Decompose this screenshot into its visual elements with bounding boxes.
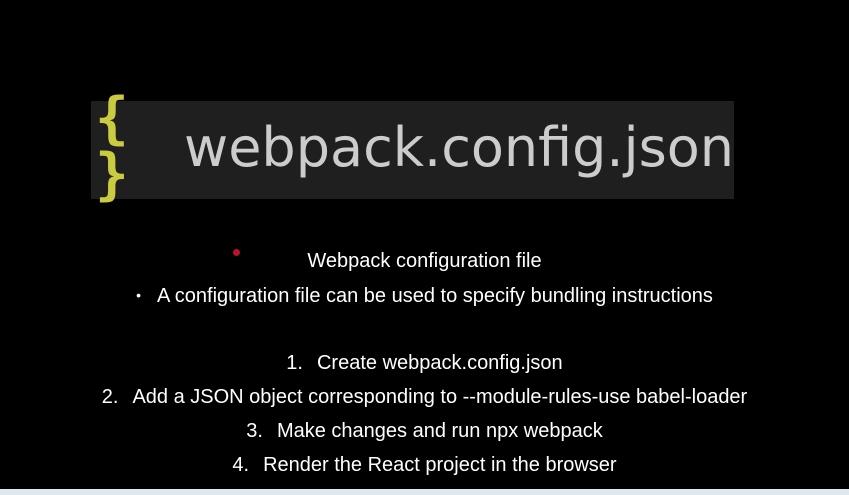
step-text: Create webpack.config.json (316, 352, 563, 374)
step-text: Render the React project in the browser (263, 454, 617, 476)
step-marker: 4. (232, 454, 250, 476)
step-text: Add a JSON object corresponding to --mod… (132, 386, 748, 408)
slide-heading: Webpack configuration file (0, 249, 849, 273)
step-item-4: 4. Render the React project in the browse… (0, 453, 849, 477)
step-marker: 1. (286, 352, 303, 374)
bottom-strip (0, 489, 849, 495)
file-name: webpack.config.json (184, 116, 734, 179)
bullet-item: • A configuration file can be used to spe… (0, 283, 849, 308)
slide: { } webpack.config.json Webpack configur… (0, 0, 849, 489)
step-item-1: 1. Create webpack.config.json (0, 351, 849, 375)
step-item-3: 3. Make changes and run npx webpack (0, 419, 849, 443)
step-marker: 3. (246, 420, 263, 442)
braces-icon: { } (95, 86, 133, 207)
bullet-marker: • (136, 287, 141, 303)
file-banner: { } webpack.config.json (91, 91, 734, 203)
bullet-text: A configuration file can be used to spec… (157, 285, 713, 307)
step-marker: 2. (101, 386, 119, 408)
step-item-2: 2. Add a JSON object corresponding to --m… (0, 385, 849, 409)
heading-text: Webpack configuration file (307, 250, 542, 272)
step-text: Make changes and run npx webpack (276, 420, 603, 442)
